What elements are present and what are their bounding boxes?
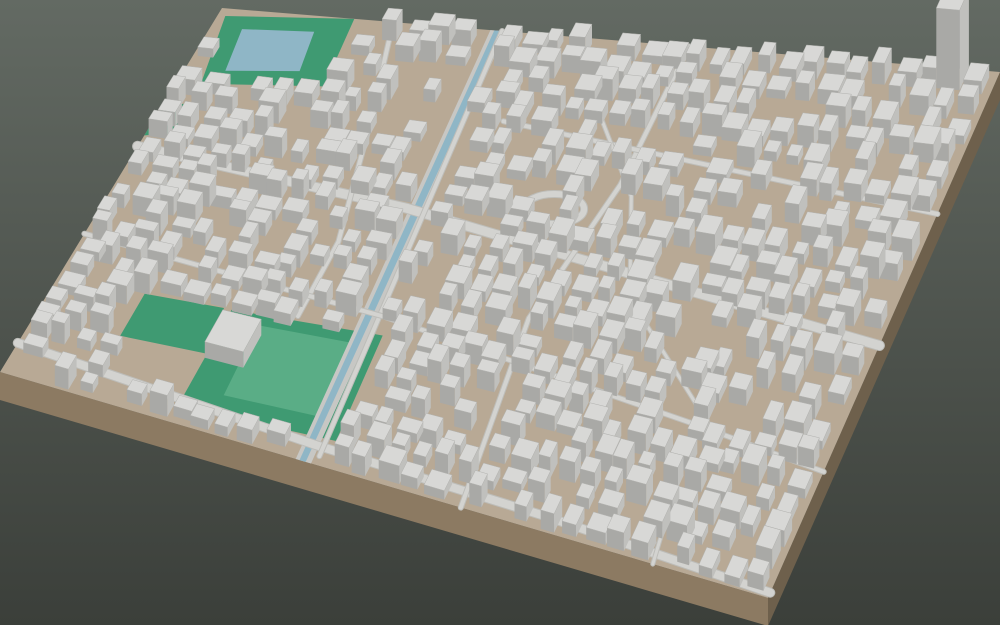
building (625, 463, 654, 507)
building (309, 99, 334, 130)
building (51, 310, 71, 345)
building (797, 433, 820, 469)
building (511, 345, 536, 376)
building (957, 83, 980, 115)
building (453, 397, 478, 431)
map-viewport[interactable] (0, 0, 1000, 625)
building (841, 341, 865, 376)
building (418, 28, 443, 63)
building (335, 278, 364, 318)
city-model-scene (0, 0, 1000, 625)
building (665, 183, 685, 218)
building (149, 378, 175, 417)
building (684, 455, 708, 493)
building (935, 0, 969, 91)
building (888, 123, 915, 156)
building (623, 316, 647, 353)
building (266, 418, 292, 447)
building (367, 81, 388, 113)
building (476, 358, 500, 393)
building (334, 432, 355, 468)
building (264, 125, 288, 159)
building (673, 216, 696, 248)
